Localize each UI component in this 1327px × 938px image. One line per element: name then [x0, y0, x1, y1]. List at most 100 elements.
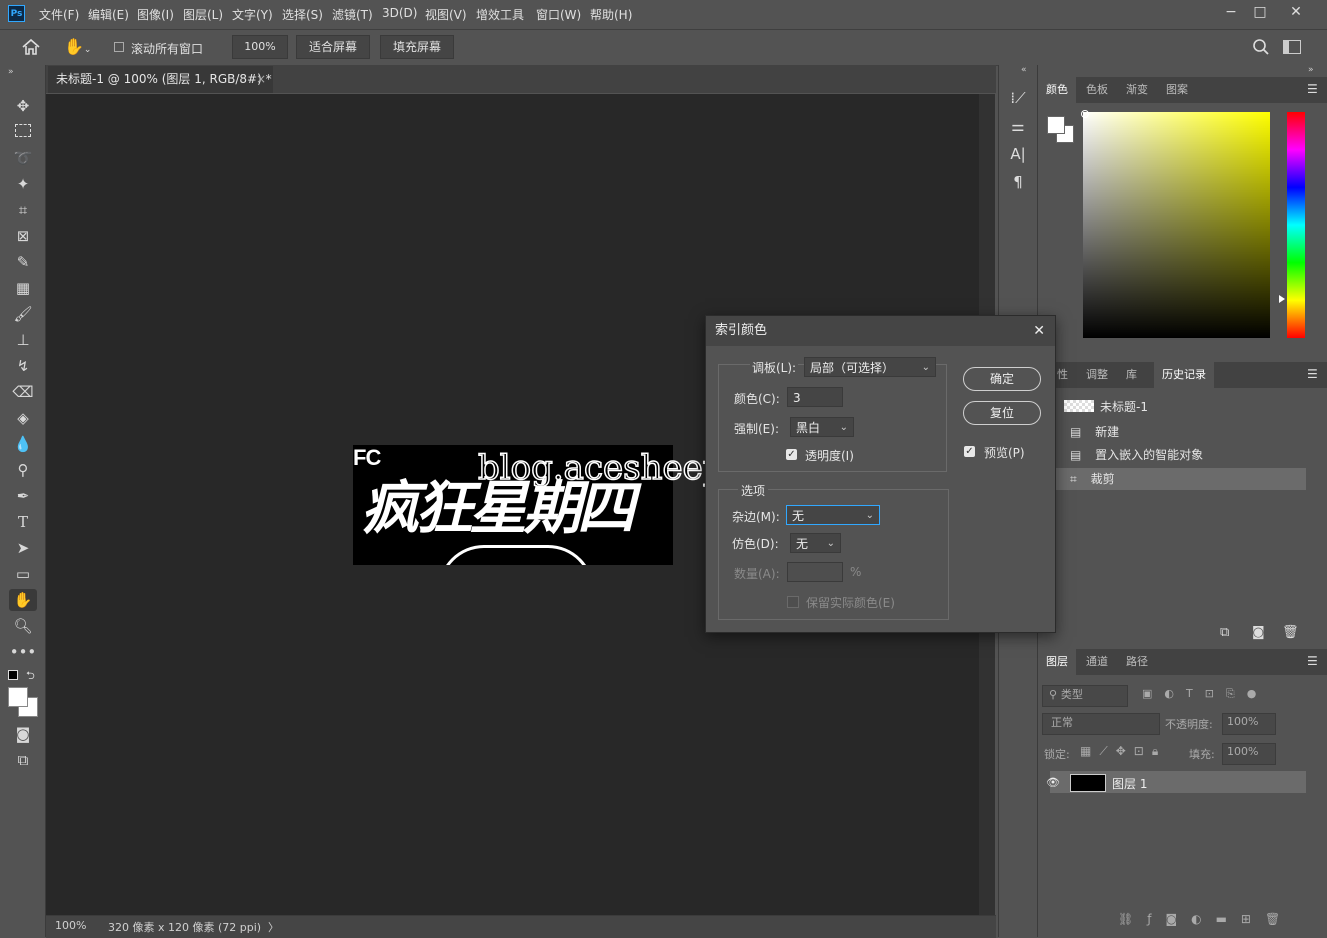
dither-select[interactable]: 无 ⌄: [790, 533, 841, 553]
fill-screen-button[interactable]: 填充屏幕: [380, 35, 454, 59]
ok-button[interactable]: 确定: [963, 367, 1041, 391]
trash-icon[interactable]: 🗑︎: [1282, 625, 1299, 640]
menu-layer[interactable]: 图层(L): [183, 6, 223, 23]
layer-filter-icons[interactable]: ▣◐T⊡⎘●: [1142, 687, 1268, 701]
tab-adjustments[interactable]: 调整: [1078, 362, 1116, 388]
eye-icon[interactable]: 👁︎: [1046, 776, 1060, 789]
history-brush-tool-icon[interactable]: ↯: [9, 355, 37, 377]
minimize-button[interactable]: −: [1216, 2, 1246, 22]
blur-tool-icon[interactable]: 💧: [9, 433, 37, 455]
color-panel-menu-icon[interactable]: ☰: [1307, 83, 1319, 95]
tab-patterns[interactable]: 图案: [1158, 77, 1196, 103]
maximize-button[interactable]: □: [1245, 2, 1275, 22]
tab-history[interactable]: 历史记录: [1154, 362, 1214, 388]
dodge-tool-icon[interactable]: ⚲: [9, 459, 37, 481]
paint-bucket-tool-icon[interactable]: ◈: [9, 407, 37, 429]
history-snapshot-name[interactable]: 未标题-1: [1100, 398, 1148, 415]
hue-slider-handle[interactable]: [1279, 295, 1285, 303]
eraser-tool-icon[interactable]: ⌫: [9, 381, 37, 403]
status-zoom[interactable]: 100%: [55, 919, 86, 932]
healing-brush-tool-icon[interactable]: ▦: [9, 277, 37, 299]
character-icon[interactable]: A|: [1007, 143, 1029, 165]
preview-checkbox[interactable]: ✓: [964, 446, 975, 457]
history-snapshot-thumbnail[interactable]: [1064, 400, 1094, 412]
color-field[interactable]: [1083, 112, 1270, 338]
fill-field[interactable]: 100%: [1222, 743, 1276, 765]
reset-button[interactable]: 复位: [963, 401, 1041, 425]
document-tab[interactable]: 未标题-1 @ 100% (图层 1, RGB/8#) * ×: [48, 66, 273, 93]
layers-bottom-icons[interactable]: ⛓ƒ◙◐▬⊞🗑︎: [1118, 912, 1294, 926]
rectangle-tool-icon[interactable]: ▭: [9, 563, 37, 585]
menu-filter[interactable]: 滤镜(T): [332, 6, 373, 23]
swap-colors-icon[interactable]: ⮌: [26, 667, 35, 686]
adjustment-sliders-icon[interactable]: ⚌: [1007, 115, 1029, 137]
matte-select[interactable]: 无 ⌄: [786, 505, 880, 525]
type-tool-icon[interactable]: T: [9, 511, 37, 533]
quick-mask-icon[interactable]: ◙: [9, 723, 37, 745]
collapse-panels-icon[interactable]: «: [1021, 65, 1027, 75]
collapse-toolbar-icon[interactable]: »: [8, 67, 14, 77]
crop-tool-icon[interactable]: ⌗: [9, 199, 37, 221]
palette-select[interactable]: 局部（可选择） ⌄: [804, 357, 936, 377]
menu-help[interactable]: 帮助(H): [590, 6, 632, 23]
default-colors-icon[interactable]: [8, 670, 18, 680]
brush-tool-icon[interactable]: 🖌: [9, 303, 37, 325]
home-icon[interactable]: [20, 37, 42, 57]
blend-mode-select[interactable]: 正常: [1042, 713, 1160, 735]
hue-slider[interactable]: [1287, 112, 1305, 338]
color-panel-foreground-swatch[interactable]: [1047, 116, 1065, 134]
new-document-from-state-icon[interactable]: ⧉: [1220, 625, 1229, 640]
layer-filter-select[interactable]: ⚲ 类型: [1042, 685, 1128, 707]
menu-view[interactable]: 视图(V): [425, 6, 467, 23]
paragraph-icon[interactable]: ¶: [1007, 171, 1029, 193]
tab-swatches[interactable]: 色板: [1078, 77, 1116, 103]
move-tool-icon[interactable]: ✥: [9, 95, 37, 117]
hand-tool-icon[interactable]: ✋: [9, 589, 37, 611]
frame-tool-icon[interactable]: ⊠: [9, 225, 37, 247]
search-icon[interactable]: [1252, 38, 1270, 56]
history-step[interactable]: ▤ 置入嵌入的智能对象: [1056, 444, 1306, 466]
menu-plugins[interactable]: 增效工具: [476, 6, 524, 23]
colors-input[interactable]: 3: [787, 387, 843, 407]
document-tab-close[interactable]: ×: [256, 66, 266, 92]
history-step[interactable]: ▤ 新建: [1056, 421, 1306, 443]
menu-edit[interactable]: 编辑(E): [88, 6, 129, 23]
workspace-icon[interactable]: [1283, 40, 1301, 54]
menu-image[interactable]: 图像(I): [137, 6, 174, 23]
close-window-button[interactable]: ✕: [1281, 2, 1311, 22]
hand-tool-preset-icon[interactable]: ✋⌄: [64, 35, 100, 59]
lock-icons[interactable]: ▦⟋✥⊡🔒︎: [1080, 744, 1166, 759]
tab-libraries[interactable]: 库: [1118, 362, 1145, 388]
history-step[interactable]: ⌗ 裁剪: [1056, 468, 1306, 490]
layers-panel-menu-icon[interactable]: ☰: [1307, 655, 1319, 667]
layer-name[interactable]: 图层 1: [1112, 775, 1147, 792]
expand-panels-icon[interactable]: »: [1308, 65, 1314, 75]
menu-window[interactable]: 窗口(W): [536, 6, 581, 23]
pen-tool-icon[interactable]: ✒: [9, 485, 37, 507]
magic-wand-tool-icon[interactable]: ✦: [9, 173, 37, 195]
tab-gradients[interactable]: 渐变: [1118, 77, 1156, 103]
transparency-checkbox[interactable]: ✓: [786, 449, 797, 460]
scroll-all-checkbox[interactable]: [114, 42, 124, 52]
foreground-color-swatch[interactable]: [8, 687, 28, 707]
menu-3d[interactable]: 3D(D): [382, 6, 417, 20]
brush-settings-icon[interactable]: ⁞⟋: [1007, 87, 1029, 109]
dialog-close-icon[interactable]: ✕: [1033, 316, 1045, 346]
opacity-field[interactable]: 100%: [1222, 713, 1276, 735]
forced-select[interactable]: 黑白 ⌄: [790, 417, 854, 437]
preserve-colors-checkbox[interactable]: [787, 596, 799, 608]
tab-color[interactable]: 颜色: [1038, 77, 1076, 103]
layer-row[interactable]: 👁︎ 图层 1: [1038, 769, 1306, 793]
zoom-tool-icon[interactable]: 🔍︎: [9, 615, 37, 637]
tab-layers[interactable]: 图层: [1038, 649, 1076, 675]
menu-select[interactable]: 选择(S): [282, 6, 323, 23]
path-selection-tool-icon[interactable]: ➤: [9, 537, 37, 559]
amount-input[interactable]: [787, 562, 843, 582]
tab-channels[interactable]: 通道: [1078, 649, 1116, 675]
lasso-tool-icon[interactable]: ➰: [9, 147, 37, 169]
menu-file[interactable]: 文件(F): [39, 6, 79, 23]
eyedropper-tool-icon[interactable]: ✎: [9, 251, 37, 273]
tab-paths[interactable]: 路径: [1118, 649, 1156, 675]
zoom-field[interactable]: 100%: [232, 35, 288, 59]
clone-stamp-tool-icon[interactable]: ⊥: [9, 329, 37, 351]
